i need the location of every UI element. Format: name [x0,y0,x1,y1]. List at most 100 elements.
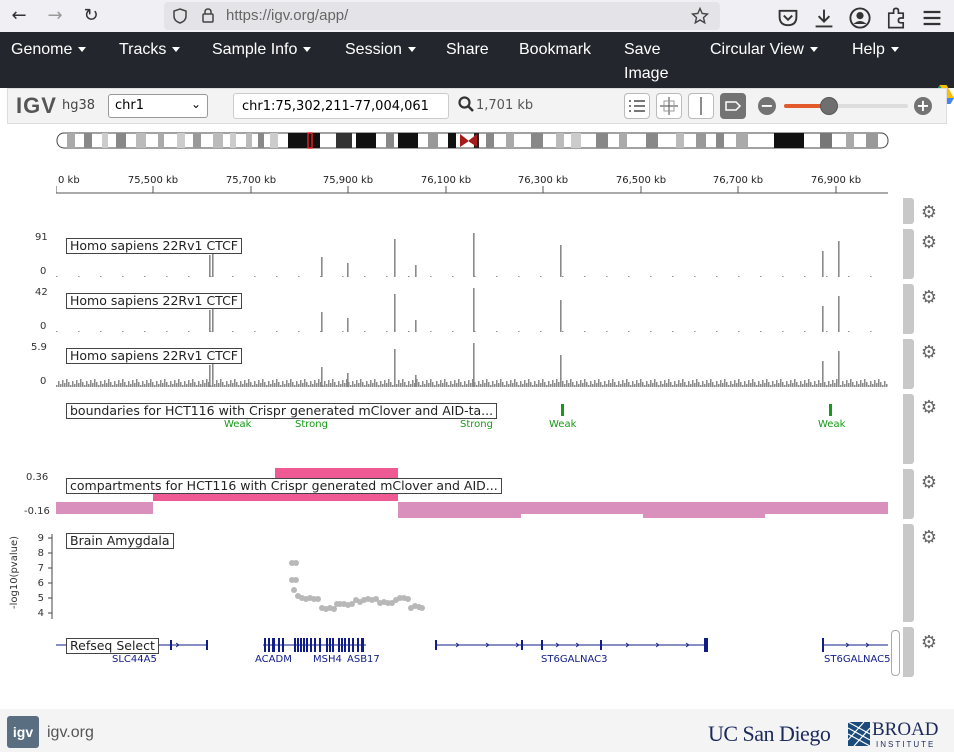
track-drag-handle[interactable] [903,284,914,334]
signal-peak [394,294,396,332]
signal-bar [736,383,738,387]
signal-bar [522,384,524,387]
signal-peak [822,306,824,332]
zoom-slider-thumb[interactable] [819,97,838,115]
chromosome-select[interactable]: chr1 ⌄ [108,94,208,118]
address-bar[interactable]: https://igv.org/app/ [164,2,720,30]
gear-icon[interactable]: ⚙ [920,289,938,307]
gear-icon[interactable]: ⚙ [920,529,938,547]
signal-bar [530,382,532,387]
signal-bar [494,384,496,387]
track-drag-handle[interactable] [903,394,914,464]
track-name-ctcf-2[interactable]: Homo sapiens 22Rv1 CTCF [66,293,242,309]
track-name-gwas[interactable]: Brain Amygdala [66,533,174,549]
signal-bar [452,331,454,332]
signal-bar [848,276,850,277]
signal-bar [498,383,500,387]
gear-icon[interactable]: ⚙ [920,344,938,362]
footer-site-link[interactable]: igv.org [47,724,94,742]
signal-bar [496,331,498,332]
menu-sample-info[interactable]: Sample Info [212,38,312,62]
boundary-feature[interactable] [561,404,564,416]
signal-bar [192,379,194,387]
forward-arrow-icon[interactable]: → [43,4,67,28]
signal-bar [712,382,714,387]
compartment-negative [521,502,643,514]
signal-bar [738,379,740,387]
menu-circular-view[interactable]: Circular View [710,38,818,62]
extensions-icon[interactable] [884,6,908,30]
menu-save-image[interactable]: Save Image [624,38,668,86]
menu-help[interactable]: Help [852,38,899,62]
pocket-icon[interactable] [776,6,800,30]
gene-label[interactable]: ST6GALNAC5 [824,654,890,665]
crosshair-button[interactable] [656,93,682,119]
shield-icon[interactable] [172,8,188,24]
signal-bar [220,379,222,387]
chromosome-ideogram[interactable] [56,132,890,150]
bookmark-star-icon[interactable] [691,7,709,25]
gear-icon[interactable]: ⚙ [920,234,938,252]
track-drag-handle[interactable] [903,627,914,677]
signal-bar [484,383,486,387]
zoom-out-button[interactable]: − [758,97,776,115]
gear-icon[interactable]: ⚙ [920,399,938,417]
track-name-refseq[interactable]: Refseq Select [66,638,159,654]
zoom-slider[interactable] [784,104,908,108]
track-drag-handle[interactable] [903,229,914,279]
search-icon[interactable] [458,96,474,112]
signal-bar [650,276,652,277]
track-labels-button[interactable] [720,93,746,119]
track-drag-handle[interactable] [903,198,914,224]
lock-icon[interactable] [201,7,215,24]
track-name-boundaries[interactable]: boundaries for HCT116 with Crispr genera… [66,403,498,419]
track-drag-handle[interactable] [903,524,914,622]
back-arrow-icon[interactable]: ← [7,4,31,28]
track-name-compartments[interactable]: compartments for HCT116 with Crispr gene… [66,478,502,494]
track-name-ctcf-1[interactable]: Homo sapiens 22Rv1 CTCF [66,238,242,254]
signal-bar [518,385,520,387]
menu-icon[interactable] [920,6,944,30]
track-name-ctcf-3[interactable]: Homo sapiens 22Rv1 CTCF [66,348,242,364]
broad-logo[interactable]: BROAD [872,720,939,740]
locus-search-input[interactable]: chr1:75,302,211-77,004,061 [233,93,449,119]
genome-label[interactable]: hg38 [62,98,95,113]
gear-icon[interactable]: ⚙ [920,634,938,652]
menu-share[interactable]: Share [446,38,489,62]
center-line-button[interactable] [688,93,714,119]
gene-label[interactable]: MSH4 [313,654,342,665]
gear-icon[interactable]: ⚙ [920,204,938,222]
zoom-in-button[interactable]: + [914,97,932,115]
download-icon[interactable] [812,6,836,30]
gene-label[interactable]: ACADM [255,654,292,665]
track-drag-handle[interactable] [903,469,914,519]
signal-bar [360,379,362,387]
account-icon[interactable] [848,6,872,30]
refseq-genes[interactable] [56,632,890,662]
signal-peak [347,263,349,277]
chevron-down-icon [78,47,87,53]
gene-label[interactable]: ST6GALNAC3 [541,654,607,665]
center-line-icon [700,97,702,115]
signal-bar [518,331,520,332]
menu-genome[interactable]: Genome [11,38,87,62]
signal-bar [680,383,682,387]
signal-bar [816,384,818,387]
gene-label[interactable]: SLC44A5 [112,654,157,665]
signal-bar [234,379,236,387]
ucsd-logo[interactable]: UC San Diego [708,721,831,747]
igv-logo-icon[interactable]: igv [7,716,39,748]
signal-bar [114,381,116,387]
scrollbar[interactable] [891,630,900,676]
boundary-feature[interactable] [829,404,832,416]
track-select-button[interactable] [624,93,650,119]
signal-bar [572,382,574,387]
signal-bar [288,383,290,387]
menu-session[interactable]: Session [345,38,416,62]
gene-label[interactable]: ASB17 [347,654,380,665]
gear-icon[interactable]: ⚙ [920,474,938,492]
menu-tracks[interactable]: Tracks [119,38,181,62]
menu-bookmark[interactable]: Bookmark [519,38,591,62]
track-drag-handle[interactable] [903,339,914,389]
reload-icon[interactable]: ↻ [79,4,103,28]
